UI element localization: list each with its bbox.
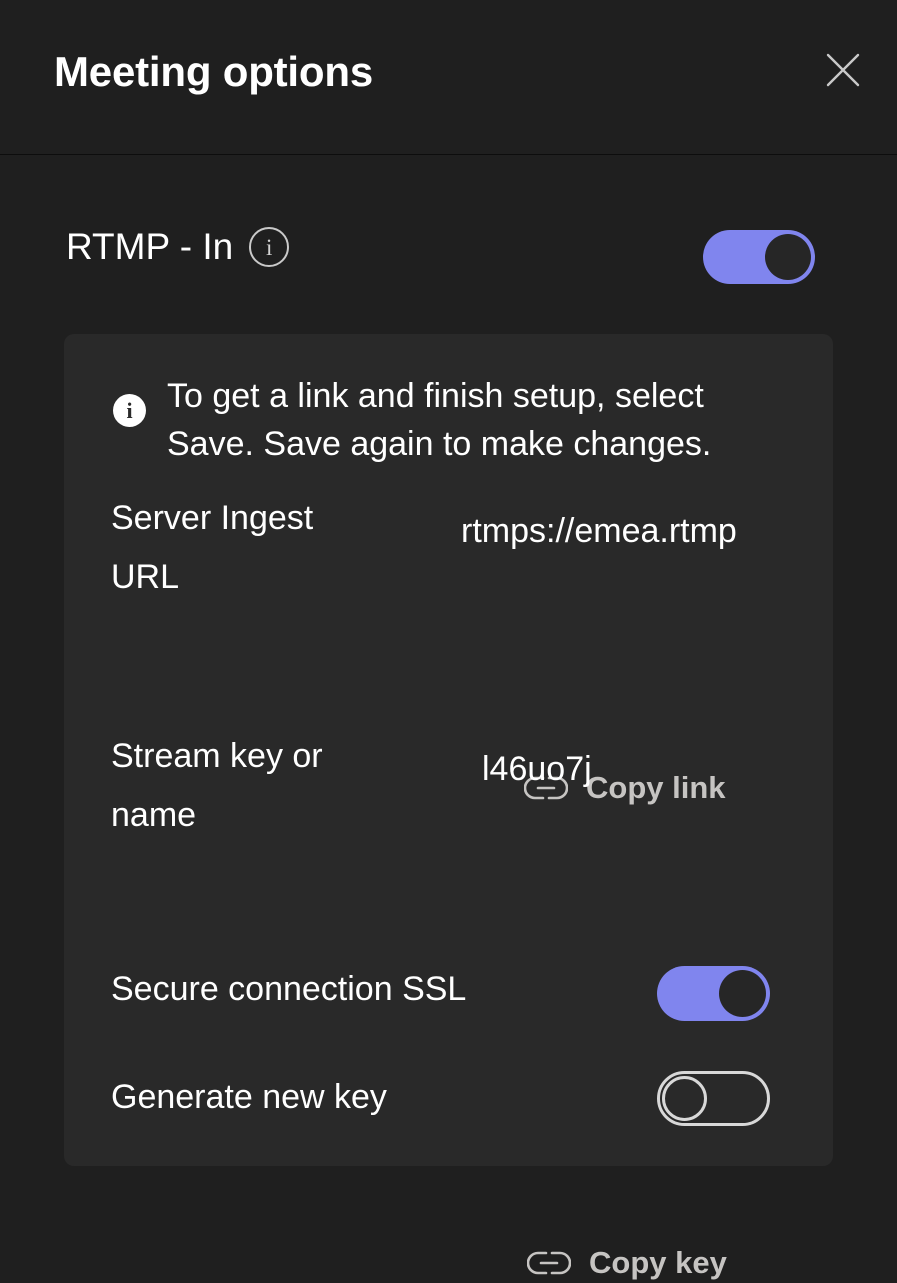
info-icon[interactable]: i <box>249 227 290 267</box>
row-generate-new-key: Generate new key <box>64 1057 833 1137</box>
row-label: Generate new key <box>111 1078 387 1116</box>
close-icon <box>825 52 861 88</box>
toggle-knob <box>719 970 766 1017</box>
field-value: l46uo7j <box>482 750 592 788</box>
info-filled-icon-glyph: i <box>126 397 133 423</box>
setup-notice: i To get a link and finish setup, select… <box>113 372 793 468</box>
info-filled-icon: i <box>113 394 146 427</box>
row-secure-connection-ssl: Secure connection SSL <box>64 949 833 1029</box>
secure-connection-ssl-toggle[interactable] <box>657 966 770 1021</box>
copy-key-label: Copy key <box>589 1245 727 1280</box>
rtmp-in-label: RTMP - In <box>66 226 234 267</box>
setup-notice-text: To get a link and finish setup, select S… <box>167 377 712 463</box>
link-icon <box>526 1248 572 1278</box>
toggle-knob <box>662 1076 707 1121</box>
info-icon-glyph: i <box>266 234 273 260</box>
close-button[interactable] <box>820 47 866 93</box>
generate-new-key-toggle[interactable] <box>657 1071 770 1126</box>
rtmp-settings-panel: i To get a link and finish setup, select… <box>64 334 833 1280</box>
rtmp-in-toggle[interactable] <box>703 230 815 284</box>
toggle-knob <box>765 234 811 280</box>
page-title: Meeting options <box>54 48 373 95</box>
field-value: rtmps://emea.rtmp <box>461 512 737 550</box>
field-label: Server Ingest URL <box>111 499 314 596</box>
rtmp-label-group: RTMP - In i <box>66 223 290 271</box>
copy-key-button[interactable]: Copy key <box>526 1245 727 1281</box>
field-server-ingest-url: Server Ingest URL rtmps://emea.rtmp Copy… <box>64 489 833 805</box>
row-label: Secure connection SSL <box>111 970 467 1008</box>
field-label: Stream key or name <box>111 737 323 834</box>
field-stream-key: Stream key or name l46uo7j Copy key <box>64 727 833 1280</box>
dialog-header: Meeting options <box>0 0 897 155</box>
